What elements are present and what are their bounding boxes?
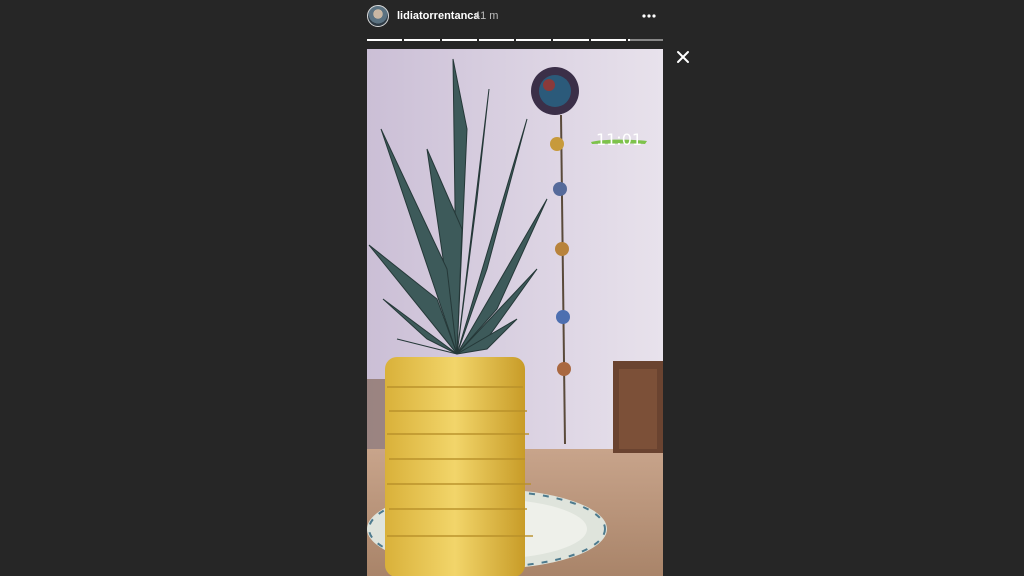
username[interactable]: lidiatorrentanca xyxy=(397,10,480,22)
close-icon[interactable] xyxy=(674,48,692,66)
avatar[interactable] xyxy=(367,5,389,27)
progress-segment xyxy=(553,39,589,41)
progress-segment xyxy=(404,39,440,41)
progress-segment xyxy=(516,39,552,41)
progress-segment xyxy=(627,39,663,41)
story-progress-bar xyxy=(367,39,663,41)
progress-segment xyxy=(367,39,403,41)
progress-segment xyxy=(590,39,626,41)
progress-segment xyxy=(478,39,514,41)
story-photo[interactable]: 11:01 xyxy=(367,49,663,576)
more-options-icon[interactable] xyxy=(641,8,657,24)
story-header: lidiatorrentanca 41 m xyxy=(367,4,663,30)
progress-segment xyxy=(441,39,477,41)
time-sticker: 11:01 xyxy=(589,131,649,149)
timestamp: 41 m xyxy=(474,10,499,22)
pineapple-photo xyxy=(367,49,663,576)
time-text: 11:01 xyxy=(595,130,643,149)
